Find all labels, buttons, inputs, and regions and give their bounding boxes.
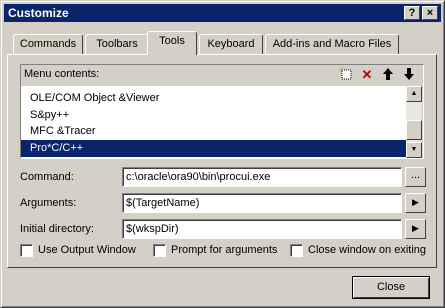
close-button[interactable]: Close — [352, 276, 430, 299]
tab-commands[interactable]: Commands — [13, 34, 83, 54]
tools-tab-panel — [7, 54, 437, 268]
title-bar: Customize ? × — [4, 4, 441, 22]
tab-tools[interactable]: Tools — [147, 31, 197, 55]
tab-add-ins-and-macro-files[interactable]: Add-ins and Macro Files — [265, 34, 399, 54]
tab-toolbars[interactable]: Toolbars — [85, 34, 149, 54]
help-button[interactable]: ? — [404, 6, 420, 20]
tab-keyboard[interactable]: Keyboard — [199, 34, 263, 54]
close-window-button[interactable]: × — [422, 6, 438, 20]
window-title: Customize — [8, 6, 69, 20]
